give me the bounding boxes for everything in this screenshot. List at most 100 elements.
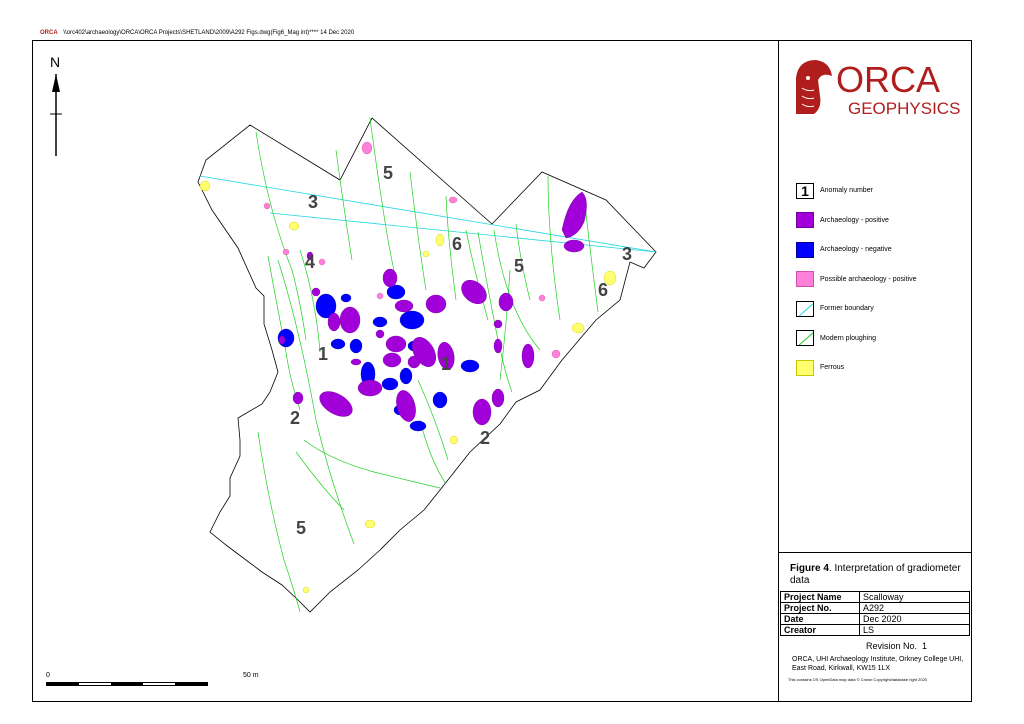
north-arrow: N (44, 54, 68, 158)
figure-number: Figure 4 (790, 563, 829, 574)
anomaly-label: 6 (598, 280, 608, 300)
archaeology-positive-anomaly (521, 343, 535, 369)
archaeology-positive-anomaly (394, 299, 414, 313)
legend-label: Archaeology - negative (820, 246, 892, 254)
revision-number: Revision No. 1 (866, 641, 927, 651)
legend-label: Archaeology - positive (820, 216, 889, 224)
archaeology-negative-anomaly (460, 359, 480, 373)
archaeology-positive-anomaly (350, 358, 362, 366)
legend-item-archaeology-positive: Archaeology - positive (796, 206, 966, 236)
archaeology-positive-anomaly (407, 355, 421, 369)
archaeology-positive-anomaly (382, 352, 402, 368)
ploughing-line (547, 175, 561, 321)
info-key: Creator (780, 624, 860, 636)
possible-archaeology-anomaly (263, 202, 271, 210)
archaeology-negative-anomaly (399, 367, 413, 385)
info-row: Project No. A292 (780, 602, 970, 614)
possible-archaeology-anomaly (376, 292, 384, 300)
legend-item-former-boundary: Former boundary (796, 294, 966, 324)
archaeology-positive-anomaly (278, 335, 286, 345)
former-boundary-line (199, 175, 657, 253)
legend-label: Ferrous (820, 364, 845, 372)
orca-geophysics-logo: ORCA GEOPHYSICS (796, 59, 960, 118)
revision-label: Revision No. (866, 641, 918, 651)
ploughing-line (409, 171, 427, 291)
scale-start-label: 0 (46, 672, 50, 679)
legend-label: Anomaly number (820, 187, 873, 195)
ferrous-anomaly (449, 435, 459, 445)
legend-swatch (796, 212, 814, 229)
ploughing-line (417, 379, 449, 461)
anomaly-label: 2 (290, 408, 300, 428)
possible-archaeology-anomaly (318, 258, 326, 266)
archaeology-positive-anomaly (292, 391, 304, 405)
legend-label: Former boundary (820, 305, 874, 313)
legend-swatch (796, 359, 814, 376)
archaeology-negative-anomaly (432, 391, 448, 409)
scale-bar: 0 50 m (46, 672, 266, 692)
legend: 1 Anomaly number Archaeology - positive … (796, 176, 966, 383)
legend-swatch (796, 330, 814, 347)
info-value: LS (859, 624, 970, 636)
ploughing-line (465, 229, 489, 321)
archaeology-positive-anomaly (493, 319, 503, 329)
archaeology-positive-anomaly (491, 388, 505, 408)
archaeology-negative-anomaly (349, 338, 363, 354)
archaeology-negative-anomaly (340, 293, 352, 303)
archaeology-negative-anomaly (409, 420, 427, 432)
organisation-address: ORCA, UHI Archaeology Institute, Orkney … (792, 656, 964, 672)
archaeology-negative-anomaly (381, 377, 399, 391)
archaeology-negative-anomaly (372, 316, 388, 328)
orca-seal-icon (796, 60, 832, 114)
legend-label: Modern ploughing (820, 334, 877, 342)
archaeology-positive-anomaly (461, 279, 487, 305)
archaeology-positive-anomaly (327, 312, 341, 332)
possible-archaeology-anomaly (448, 196, 458, 204)
legend-swatch (796, 271, 814, 288)
former-boundary-line (269, 212, 657, 253)
legend-item-ferrous: Ferrous (796, 353, 966, 383)
ferrous-anomaly (199, 180, 211, 192)
anomaly-label: 4 (305, 252, 315, 272)
archaeology-positive-anomaly (375, 329, 385, 339)
ploughing-line (257, 431, 301, 613)
legend-item-anomaly-number: 1 Anomaly number (796, 176, 966, 206)
possible-archaeology-anomaly (538, 294, 546, 302)
scale-segment (175, 683, 207, 685)
logo-word-orca: ORCA (836, 59, 940, 100)
archaeology-positive-anomaly (563, 239, 585, 253)
north-arrow-icon (50, 74, 62, 156)
legend-item-possible-archaeology: Possible archaeology - positive (796, 265, 966, 295)
archaeology-positive-anomaly (472, 398, 492, 426)
anomaly-label: 2 (480, 428, 490, 448)
archaeology-positive-anomaly (385, 335, 407, 353)
figure-caption: Figure 4. Interpretation of gradiometer … (790, 563, 966, 587)
archaeology-positive-anomaly (311, 287, 321, 297)
info-value: A292 (859, 602, 970, 614)
ferrous-anomaly (288, 221, 300, 231)
logo-word-geophysics: GEOPHYSICS (848, 99, 960, 118)
ferrous-anomaly (302, 586, 310, 594)
archaeology-positive-anomaly (561, 191, 587, 239)
info-value: Dec 2020 (859, 613, 970, 625)
archaeology-positive-anomaly (425, 294, 447, 314)
archaeology-negative-anomaly (399, 310, 425, 330)
ploughing-line (255, 131, 307, 341)
legend-item-modern-ploughing: Modern ploughing (796, 324, 966, 354)
ferrous-anomaly (435, 233, 445, 247)
scale-segment (143, 683, 175, 685)
scale-bar-segments (46, 682, 208, 686)
info-row: Creator LS (780, 624, 970, 636)
info-key: Date (780, 613, 860, 625)
ploughing-line (369, 117, 397, 281)
scale-segment (111, 683, 143, 685)
legend-swatch (796, 241, 814, 258)
archaeology-positive-anomaly (357, 379, 383, 397)
anomaly-label: 3 (308, 192, 318, 212)
scale-segment (79, 683, 111, 685)
ferrous-anomaly (422, 250, 430, 258)
ploughing-line (303, 439, 441, 489)
anomaly-label: 3 (622, 244, 632, 264)
scale-segment (47, 683, 79, 685)
legend-label: Possible archaeology - positive (820, 275, 917, 283)
